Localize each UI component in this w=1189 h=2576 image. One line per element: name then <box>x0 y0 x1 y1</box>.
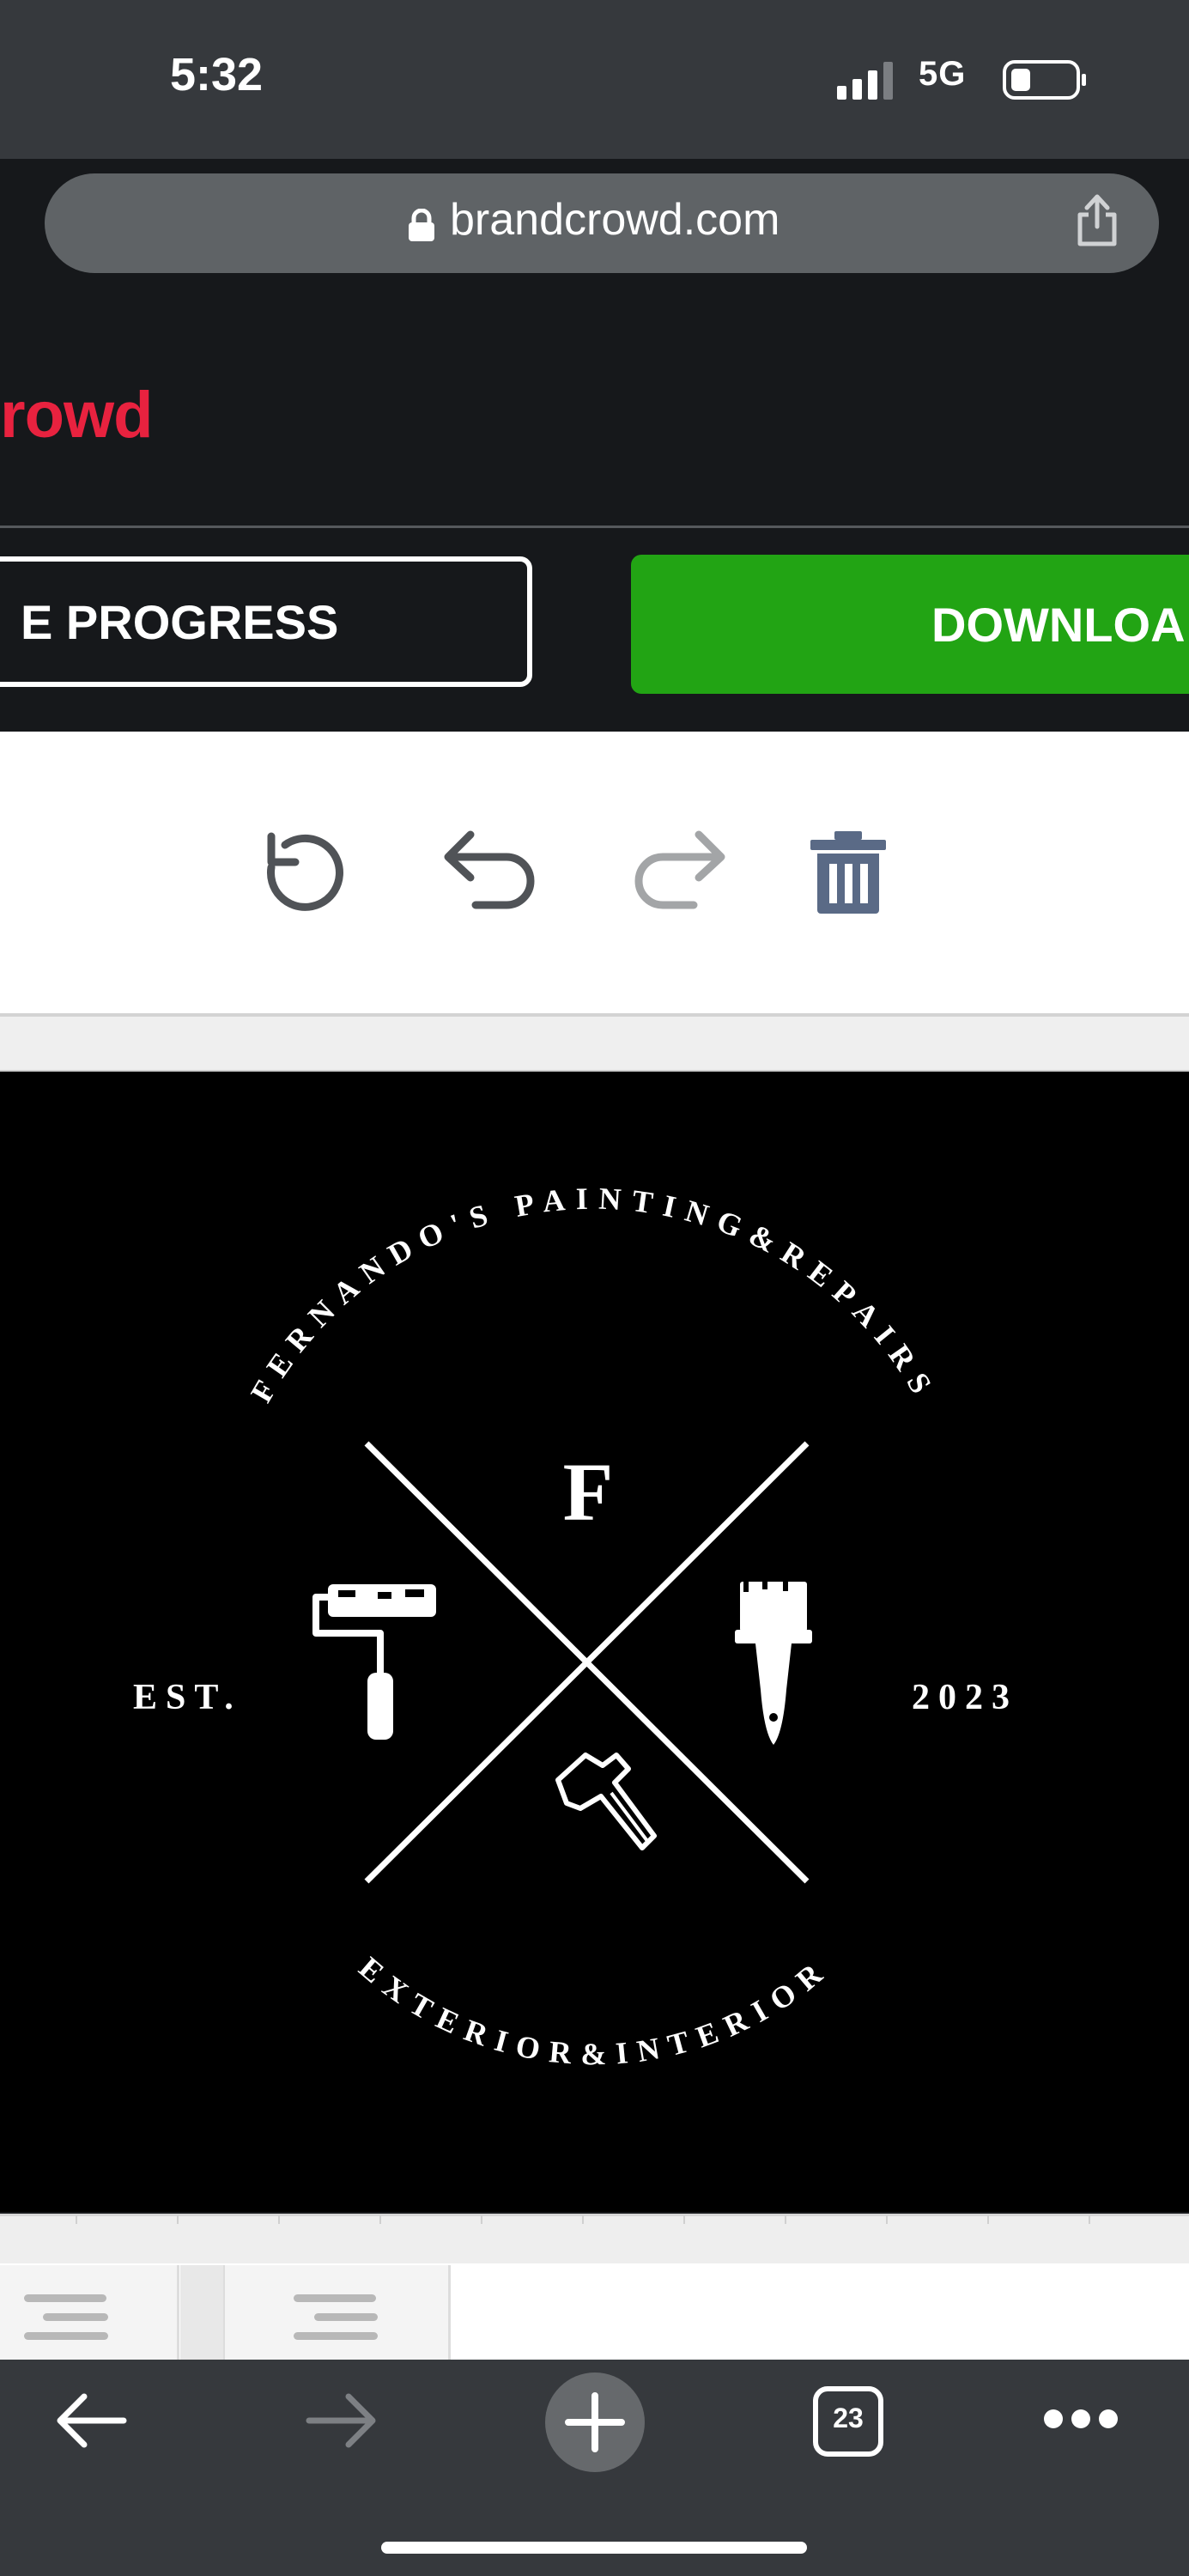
logo-year: 2023 <box>912 1678 1018 1717</box>
logo-arc-bottom-path: EXTERIOR&INTERIOR <box>353 1950 827 2071</box>
site-header <box>0 301 1189 528</box>
logo-arc-top: FERNANDO'S PAINTING&REPAIRS <box>244 1182 943 1408</box>
share-icon[interactable] <box>1073 192 1121 252</box>
tabs-icon[interactable]: 23 <box>812 2385 884 2458</box>
ruler-tick <box>76 2215 77 2224</box>
download-label: DOWNLOA <box>931 597 1186 652</box>
tab-count: 23 <box>833 2403 864 2433</box>
brand-logo[interactable]: rowd <box>0 378 154 453</box>
download-button[interactable]: DOWNLOA <box>631 555 1189 694</box>
undo-icon[interactable] <box>440 826 543 916</box>
reset-icon[interactable] <box>256 823 350 921</box>
paint-roller-icon <box>312 1584 436 1740</box>
ruler-tick <box>683 2215 685 2224</box>
save-progress-button[interactable]: E PROGRESS <box>0 556 532 687</box>
forward-icon[interactable] <box>304 2391 381 2455</box>
ruler-tick <box>785 2215 786 2224</box>
ruler-tick <box>278 2215 280 2224</box>
ruler-tick <box>379 2215 381 2224</box>
paint-brush-icon <box>735 1582 812 1745</box>
url-text[interactable]: brandcrowd.com <box>450 194 780 246</box>
canvas-margin <box>0 1017 1189 1072</box>
ruler-tick <box>481 2215 482 2224</box>
logo-est-label: EST. <box>133 1678 242 1717</box>
lock-icon <box>407 208 436 246</box>
ruler-tick <box>582 2215 584 2224</box>
ruler-tick <box>987 2215 989 2224</box>
design-canvas[interactable]: FERNANDO'S PAINTING&REPAIRS EXTERIOR&INT… <box>0 1072 1189 2212</box>
layer-thumbnail[interactable] <box>0 2265 179 2360</box>
logo-arc-top-path: FERNANDO'S PAINTING&REPAIRS <box>244 1182 933 1408</box>
status-time: 5:32 <box>170 49 264 100</box>
new-tab-icon[interactable] <box>544 2372 646 2477</box>
logo-monogram: F <box>563 1446 614 1538</box>
ruler-tick <box>886 2215 888 2224</box>
network-label: 5G <box>919 55 967 93</box>
save-progress-label: E PROGRESS <box>21 594 339 649</box>
signal-icon <box>837 62 897 104</box>
layer-thumbnail[interactable] <box>225 2265 451 2360</box>
home-indicator <box>381 2542 807 2554</box>
redo-icon[interactable] <box>627 826 730 916</box>
trash-icon[interactable] <box>809 831 888 918</box>
edit-toolbar <box>0 732 1189 1017</box>
ruler-tick <box>177 2215 179 2224</box>
more-icon[interactable] <box>1042 2406 1119 2436</box>
battery-icon <box>1003 60 1089 104</box>
layer-divider <box>180 2265 226 2360</box>
hammer-icon <box>555 1753 657 1850</box>
ruler-tick <box>1089 2215 1090 2224</box>
logo-arc-bottom: EXTERIOR&INTERIOR <box>353 1950 837 2071</box>
back-icon[interactable] <box>52 2391 129 2455</box>
